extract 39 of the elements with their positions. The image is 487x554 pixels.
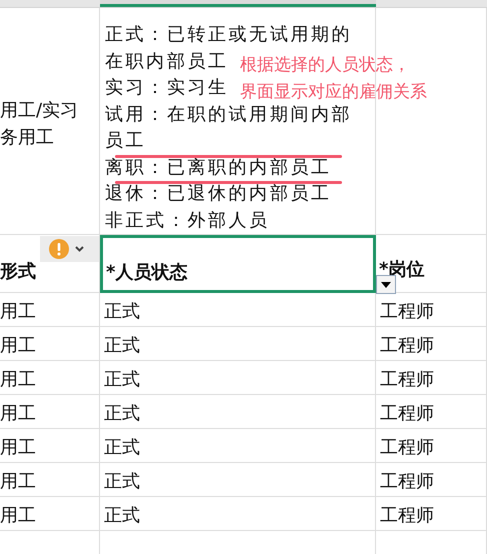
table-cell: 正式 — [100, 395, 376, 429]
table-cell: 用工 — [0, 395, 100, 429]
table-cell: 工程师 — [376, 327, 487, 361]
annotation-text: 界面显示对应的雇佣关系 — [240, 81, 427, 104]
table-cell: 正式 — [100, 293, 376, 327]
description-line: 离职：已离职的内部员工 — [105, 156, 332, 178]
table-cell: 工程师 — [376, 293, 487, 327]
cell-text: 务用工 — [0, 126, 55, 150]
cell-text: 用工/实习 — [0, 99, 80, 123]
description-line: 退休：已退休的内部员工 — [105, 183, 332, 204]
table-cell: 工程师 — [376, 395, 487, 429]
table-cell: 用工 — [0, 463, 100, 497]
table-cell: 工程师 — [376, 463, 487, 497]
table-cell: 正式 — [100, 327, 376, 361]
chevron-down-icon — [75, 246, 84, 252]
warning-icon — [49, 239, 69, 259]
table-cell: 正式 — [100, 497, 376, 531]
table-cell: 正式 — [100, 463, 376, 497]
description-line: 员工 — [105, 130, 146, 151]
caret-icon — [381, 282, 391, 288]
table-cell: 正式 — [100, 361, 376, 395]
table-cell: 正式 — [100, 429, 376, 463]
table-cell: 工程师 — [376, 429, 487, 463]
table-cell: 工程师 — [376, 497, 487, 531]
description-line: 试用：在职的试用期间内部 — [105, 104, 352, 124]
description-line: 在职内部员工 — [105, 50, 229, 72]
table-cell: 用工 — [0, 293, 100, 327]
column-header[interactable] — [100, 0, 376, 7]
annotation-text: 根据选择的人员状态， — [240, 54, 411, 77]
header-cell[interactable]: *人员状态 — [100, 235, 376, 293]
description-line: 非正式：外部人员 — [105, 210, 270, 230]
description-line: 实习：实习生 — [105, 77, 229, 98]
table-cell: 工程师 — [376, 361, 487, 395]
table-cell: 用工 — [0, 327, 100, 361]
warning-button[interactable] — [40, 236, 99, 262]
table-cell: 用工 — [0, 497, 100, 531]
description-line: 正式：已转正或无试用期的 — [105, 24, 352, 45]
table-cell: 用工 — [0, 361, 100, 395]
table-cell: 用工 — [0, 429, 100, 463]
